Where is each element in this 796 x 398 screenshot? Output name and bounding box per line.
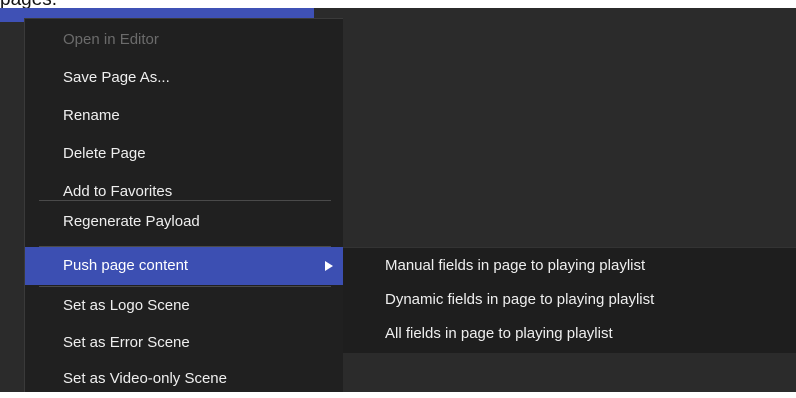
menu-item-rename[interactable]: Rename — [25, 97, 343, 135]
submenu-item-all-fields[interactable]: All fields in page to playing playlist — [343, 316, 796, 352]
context-menu: Open in Editor Save Page As... Rename De… — [24, 18, 343, 392]
menu-item-regenerate-payload[interactable]: Regenerate Payload — [25, 203, 343, 241]
submenu-item-manual-fields[interactable]: Manual fields in page to playing playlis… — [343, 248, 796, 284]
menu-item-push-page-content[interactable]: Push page content — [25, 247, 343, 285]
push-content-submenu: Manual fields in page to playing playlis… — [343, 247, 796, 353]
menu-item-open-in-editor: Open in Editor — [63, 31, 159, 48]
menu-item-delete-page[interactable]: Delete Page — [25, 135, 343, 173]
menu-item-save-page-as[interactable]: Save Page As... — [25, 59, 343, 97]
menu-separator — [39, 200, 331, 201]
menu-item-push-page-content-label: Push page content — [63, 257, 189, 274]
submenu-item-dynamic-fields[interactable]: Dynamic fields in page to playing playli… — [343, 282, 796, 318]
menu-item-set-as-logo-scene[interactable]: Set as Logo Scene — [25, 287, 343, 325]
menu-item-set-as-error-scene[interactable]: Set as Error Scene — [25, 324, 343, 362]
menu-item-set-as-video-only-scene[interactable]: Set as Video-only Scene — [25, 360, 343, 398]
triangle-right-icon — [325, 261, 333, 271]
